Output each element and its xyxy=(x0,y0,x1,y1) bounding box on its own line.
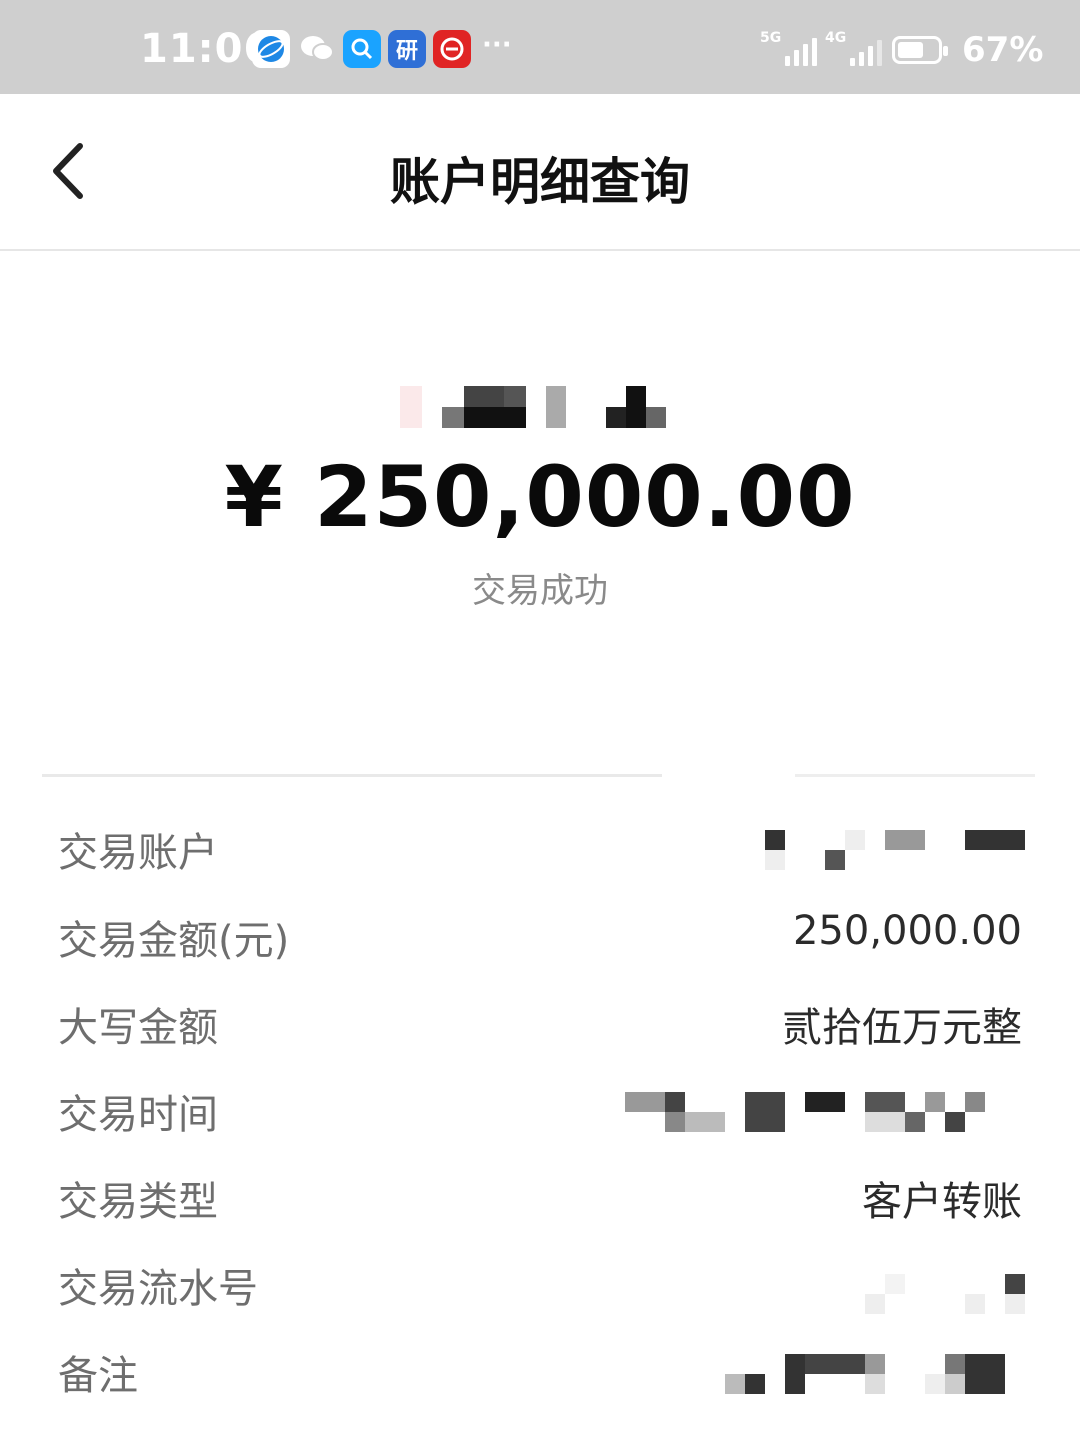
counterparty-name-redacted xyxy=(400,386,666,428)
time-redacted xyxy=(625,1092,985,1132)
detail-label-remark: 备注 xyxy=(58,1353,138,1399)
more-notifications-icon: ··· xyxy=(482,30,512,60)
divider xyxy=(795,774,1035,777)
detail-label-account: 交易账户 xyxy=(58,830,218,876)
divider xyxy=(42,774,662,777)
account-redacted xyxy=(765,830,1025,870)
network-5g-label: 5G xyxy=(760,30,782,46)
detail-value-amount: 250,000.00 xyxy=(792,908,1022,954)
battery-icon xyxy=(892,36,948,64)
status-bar: 11:06 研 ··· 5G 4G 67% xyxy=(0,0,1080,94)
network-4g-label: 4G xyxy=(825,30,847,46)
detail-label-amount-in-words: 大写金额 xyxy=(58,1005,218,1051)
detail-label-serial-number: 交易流水号 xyxy=(58,1266,258,1312)
wechat-icon xyxy=(298,30,336,68)
battery-fill xyxy=(898,42,923,58)
detail-value-amount-in-words: 贰拾伍万元整 xyxy=(782,1005,1022,1051)
signal-5g-icon: 5G xyxy=(760,30,818,66)
transaction-status: 交易成功 xyxy=(472,571,608,611)
detail-label-time: 交易时间 xyxy=(58,1092,218,1138)
detail-label-amount: 交易金额(元) xyxy=(58,918,290,964)
page-title: 账户明细查询 xyxy=(390,153,690,211)
page-header: 账户明细查询 xyxy=(0,94,1080,251)
search-app-icon xyxy=(343,30,381,68)
battery-percent: 67% xyxy=(962,30,1044,70)
detail-value-type: 客户转账 xyxy=(862,1179,1022,1225)
transaction-amount: ¥ 250,000.00 xyxy=(224,448,856,546)
red-app-icon xyxy=(433,30,471,68)
research-app-icon: 研 xyxy=(388,30,426,68)
browser-app-icon xyxy=(252,30,290,68)
remark-redacted xyxy=(725,1354,1005,1394)
serial-number-redacted xyxy=(865,1274,1025,1314)
signal-4g-icon: 4G xyxy=(825,30,883,66)
detail-label-type: 交易类型 xyxy=(58,1179,218,1225)
